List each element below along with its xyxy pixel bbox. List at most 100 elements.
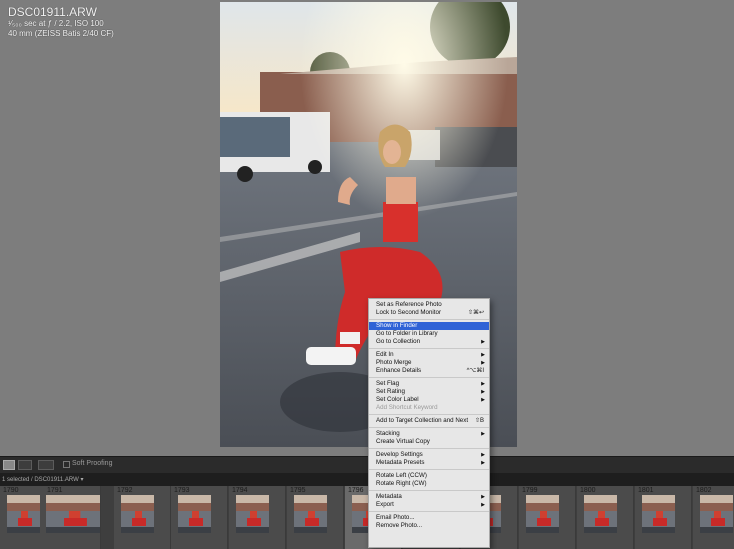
menu-shortcut: ^⌥⌘I — [466, 368, 484, 374]
menu-separator — [369, 490, 489, 491]
menu-item-label: Metadata — [376, 493, 402, 500]
frame-number: 1790 — [3, 487, 19, 494]
menu-item-export[interactable]: Export ▶ — [369, 501, 489, 509]
menu-item-set-as-reference-photo[interactable]: Set as Reference Photo — [369, 301, 489, 309]
menu-item-label: Create Virtual Copy — [376, 438, 430, 445]
submenu-arrow-icon: ▶ — [481, 352, 485, 358]
submenu-arrow-icon: ▶ — [481, 397, 485, 403]
submenu-arrow-icon: ▶ — [481, 452, 485, 458]
menu-item-rotate-left-ccw[interactable]: Rotate Left (CCW) — [369, 472, 489, 480]
frame-thumbnail — [236, 495, 269, 533]
filmstrip-frame[interactable]: 1802 — [693, 486, 734, 549]
menu-item-metadata-presets[interactable]: Metadata Presets ▶ — [369, 459, 489, 467]
frame-thumbnail — [121, 495, 154, 533]
frame-number: 1796 — [348, 487, 364, 494]
menu-item-label: Go to Collection — [376, 338, 421, 345]
menu-item-set-color-label[interactable]: Set Color Label ▶ — [369, 396, 489, 404]
menu-item-stacking[interactable]: Stacking ▶ — [369, 430, 489, 438]
filmstrip-header: 1 selected / DSC01911.ARW ▾ — [0, 473, 734, 486]
before-after-icon[interactable] — [18, 460, 32, 470]
menu-separator — [369, 427, 489, 428]
menu-item-show-in-finder[interactable]: Show in Finder — [369, 322, 489, 330]
frame-thumbnail — [178, 495, 211, 533]
frame-thumbnail — [642, 495, 675, 533]
menu-separator — [369, 414, 489, 415]
lens-label: 40 mm (ZEISS Batis 2/40 CF) — [8, 29, 114, 38]
frame-number: 1802 — [696, 487, 712, 494]
menu-item-go-to-folder-in-library[interactable]: Go to Folder in Library — [369, 330, 489, 338]
menu-item-set-rating[interactable]: Set Rating ▶ — [369, 388, 489, 396]
frame-number: 1795 — [290, 487, 306, 494]
menu-item-develop-settings[interactable]: Develop Settings ▶ — [369, 451, 489, 459]
menu-item-create-virtual-copy[interactable]: Create Virtual Copy — [369, 438, 489, 446]
context-menu: Set as Reference Photo Lock to Second Mon… — [368, 298, 490, 548]
menu-item-label: Lock to Second Monitor — [376, 309, 442, 316]
filmstrip-frame[interactable]: 1792 — [114, 486, 171, 549]
menu-item-metadata[interactable]: Metadata ▶ — [369, 493, 489, 501]
menu-shortcut: ⇧⌘↩ — [467, 310, 484, 316]
frame-thumbnail — [700, 495, 733, 533]
loupe-toolbar: Soft Proofing — [0, 456, 734, 473]
menu-separator — [369, 511, 489, 512]
menu-item-add-to-target-collection-and-next[interactable]: Add to Target Collection and Next ⇧B — [369, 417, 489, 425]
filmstrip-frame[interactable]: 1800 — [577, 486, 634, 549]
menu-item-label: Rotate Right (CW) — [376, 480, 427, 487]
menu-item-remove-photo[interactable]: Remove Photo... — [369, 522, 489, 530]
submenu-arrow-icon: ▶ — [481, 494, 485, 500]
menu-item-label: Rotate Left (CCW) — [376, 472, 427, 479]
menu-separator — [369, 319, 489, 320]
menu-separator — [369, 348, 489, 349]
menu-item-label: Metadata Presets — [376, 459, 425, 466]
frame-number: 1793 — [174, 487, 190, 494]
filename-label: DSC01911.ARW — [8, 5, 97, 19]
loupe-view-icon[interactable] — [3, 460, 15, 470]
submenu-arrow-icon: ▶ — [481, 339, 485, 345]
filmstrip-frame[interactable]: 1791 — [44, 486, 101, 549]
frame-thumbnail — [294, 495, 327, 533]
menu-item-go-to-collection[interactable]: Go to Collection ▶ — [369, 338, 489, 346]
menu-item-label: Photo Merge — [376, 359, 412, 366]
menu-item-label: Remove Photo... — [376, 522, 423, 529]
menu-item-photo-merge[interactable]: Photo Merge ▶ — [369, 359, 489, 367]
submenu-arrow-icon: ▶ — [481, 360, 485, 366]
frame-thumbnail — [46, 495, 100, 533]
submenu-arrow-icon: ▶ — [481, 431, 485, 437]
soft-proofing-checkbox[interactable] — [63, 461, 70, 468]
frame-number: 1794 — [232, 487, 248, 494]
menu-item-edit-in[interactable]: Edit In ▶ — [369, 351, 489, 359]
filmstrip-frame[interactable]: 1801 — [635, 486, 692, 549]
menu-item-label: Set as Reference Photo — [376, 301, 442, 308]
menu-item-label: Stacking — [376, 430, 400, 437]
filmstrip-frame[interactable]: 1799 — [519, 486, 576, 549]
submenu-arrow-icon: ▶ — [481, 460, 485, 466]
submenu-arrow-icon: ▶ — [481, 381, 485, 387]
exposure-label: ¹⁄₅₀₀ sec at ƒ / 2.2, ISO 100 — [8, 19, 104, 28]
menu-separator — [369, 469, 489, 470]
menu-item-label: Go to Folder in Library — [376, 330, 438, 337]
menu-item-enhance-details[interactable]: Enhance Details ^⌥⌘I — [369, 367, 489, 375]
frame-thumbnail — [584, 495, 617, 533]
menu-item-label: Set Rating — [376, 388, 405, 395]
frame-number: 1792 — [117, 487, 133, 494]
frame-number: 1791 — [47, 487, 63, 494]
frame-thumbnail — [7, 495, 40, 533]
selection-status[interactable]: 1 selected / DSC01911.ARW ▾ — [2, 476, 84, 483]
menu-item-rotate-right-cw[interactable]: Rotate Right (CW) — [369, 480, 489, 488]
submenu-arrow-icon: ▶ — [481, 389, 485, 395]
menu-separator — [369, 377, 489, 378]
menu-item-label: Show in Finder — [376, 322, 418, 329]
compare-view-icon[interactable] — [38, 460, 54, 470]
photo-info-overlay: DSC01911.ARW ¹⁄₅₀₀ sec at ƒ / 2.2, ISO 1… — [8, 6, 114, 39]
menu-item-label: Set Flag — [376, 380, 400, 387]
submenu-arrow-icon: ▶ — [481, 502, 485, 508]
filmstrip-frame[interactable]: 1793 — [171, 486, 228, 549]
filmstrip-frame[interactable]: 1795 — [287, 486, 344, 549]
filmstrip: 1790179117921793179417951796179717981799… — [0, 486, 734, 549]
menu-item-lock-to-second-monitor[interactable]: Lock to Second Monitor ⇧⌘↩ — [369, 309, 489, 317]
frame-thumbnail — [526, 495, 559, 533]
menu-shortcut: ⇧B — [474, 418, 484, 424]
filmstrip-frame[interactable]: 1794 — [229, 486, 286, 549]
menu-item-set-flag[interactable]: Set Flag ▶ — [369, 380, 489, 388]
frame-number: 1800 — [580, 487, 596, 494]
menu-item-email-photo[interactable]: Email Photo... — [369, 514, 489, 522]
